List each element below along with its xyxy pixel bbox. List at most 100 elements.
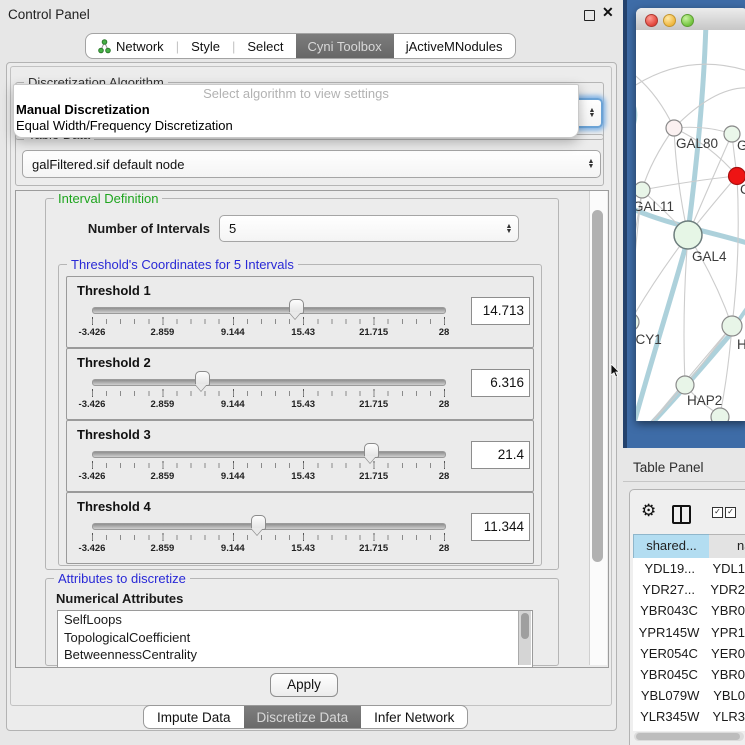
table-row[interactable]: YER054CYER0: [633, 643, 745, 664]
top-tab-bar: Network | Style | Select Cyni Toolbox jA…: [85, 33, 516, 59]
tab-infer-network[interactable]: Infer Network: [361, 706, 467, 728]
tab-style[interactable]: Style |: [179, 34, 235, 58]
node-label: GAL4: [692, 249, 727, 264]
node-gal11[interactable]: [636, 182, 650, 198]
tick-label: 21.715: [359, 327, 388, 338]
mouse-cursor: [611, 364, 622, 378]
algorithm-dropdown-popup: Select algorithm to view settings Manual…: [13, 84, 579, 138]
vertical-scrollbar-thumb[interactable]: [592, 210, 603, 562]
tick-label: 9.144: [221, 543, 245, 554]
checkbox-checked-icon[interactable]: ✓: [725, 507, 736, 518]
table-row[interactable]: YDR27...YDR2: [633, 579, 745, 600]
table-row[interactable]: YDL19...YDL1: [633, 558, 745, 579]
threshold-slider-track[interactable]: [92, 523, 446, 530]
node-h[interactable]: [722, 316, 742, 336]
table-row[interactable]: YBL079WYBL0: [633, 685, 745, 706]
threshold-panel-1: Threshold 1 -3.426 2.859 9.144 15.43 21.…: [66, 276, 534, 348]
threshold-slider-track[interactable]: [92, 451, 446, 458]
minimize-traffic-light-icon[interactable]: [663, 14, 676, 27]
attributes-list[interactable]: SelfLoops TopologicalCoefficient Between…: [57, 610, 533, 668]
tick-label: 9.144: [221, 471, 245, 482]
gear-icon[interactable]: ⚙: [641, 501, 656, 521]
slider-thumb[interactable]: [251, 515, 266, 530]
bottom-tab-bar: Impute Data Discretize Data Infer Networ…: [143, 705, 468, 729]
tab-infer-network-label: Infer Network: [374, 710, 454, 725]
thresholds-group-label: Threshold's Coordinates for 5 Intervals: [67, 257, 298, 272]
network-canvas[interactable]: GAL80 GA C GAL11 GAL4 GCY1 H HAP2: [636, 30, 745, 421]
threshold-value-field[interactable]: 14.713: [471, 297, 530, 325]
zoom-traffic-light-icon[interactable]: [681, 14, 694, 27]
list-item[interactable]: SelfLoops: [58, 611, 532, 629]
interval-definition-label: Interval Definition: [54, 191, 162, 206]
table-row[interactable]: YPR145WYPR1: [633, 622, 745, 643]
node-gal4[interactable]: [674, 221, 702, 249]
threshold-slider-track[interactable]: [92, 379, 446, 386]
tick-label: 28: [439, 543, 450, 554]
menu-item-equal-width-frequency[interactable]: Equal Width/Frequency Discretization: [14, 118, 578, 134]
table-data-select[interactable]: galFiltered.sif default node ▲▼: [22, 150, 601, 178]
tick-label: 28: [439, 471, 450, 482]
tab-network[interactable]: Network |: [86, 34, 179, 58]
threshold-value-field[interactable]: 6.316: [471, 369, 530, 397]
tick-label: -3.426: [79, 471, 106, 482]
numerical-attributes-label: Numerical Attributes: [56, 591, 183, 606]
tick-label: 21.715: [359, 543, 388, 554]
tab-impute-data[interactable]: Impute Data: [144, 706, 244, 728]
split-columns-icon[interactable]: [672, 505, 691, 524]
node-gal80[interactable]: [666, 120, 682, 136]
horizontal-scrollbar[interactable]: [634, 732, 744, 741]
node-label: HAP2: [687, 393, 722, 408]
horizontal-scrollbar-thumb[interactable]: [636, 733, 740, 740]
node-hap2[interactable]: [676, 376, 694, 394]
application-window: Control Panel ✕ Network | Style | Select…: [0, 0, 745, 745]
slider-minor-ticks: [92, 391, 445, 396]
tab-style-label: Style: [191, 39, 220, 54]
network-icon: [98, 39, 111, 54]
tick-label: 2.859: [151, 543, 175, 554]
close-icon[interactable]: ✕: [602, 4, 614, 21]
tab-discretize-data[interactable]: Discretize Data: [244, 706, 362, 728]
apply-button[interactable]: Apply: [270, 673, 338, 697]
list-item[interactable]: BetweennessCentrality: [58, 646, 532, 664]
slider-thumb[interactable]: [195, 371, 210, 386]
threshold-panel-4: Threshold 4 -3.426 2.859 9.144 15.43 21.…: [66, 492, 534, 564]
node-bottom[interactable]: [711, 408, 729, 421]
table-row[interactable]: YBR043CYBR0: [633, 600, 745, 621]
float-window-icon[interactable]: [584, 10, 595, 21]
num-intervals-label: Number of Intervals: [60, 221, 210, 236]
close-traffic-light-icon[interactable]: [645, 14, 658, 27]
num-intervals-spinner[interactable]: 5 ▲▼: [219, 215, 519, 242]
slider-minor-ticks: [92, 463, 445, 468]
checkbox-checked-icon[interactable]: ✓: [712, 507, 723, 518]
table-row[interactable]: YLR345WYLR3: [633, 706, 745, 727]
threshold-label: Threshold 2: [77, 355, 151, 370]
slider-minor-ticks: [92, 319, 445, 324]
tick-label: 9.144: [221, 399, 245, 410]
list-item[interactable]: TopologicalCoefficient: [58, 629, 532, 647]
column-checkboxes[interactable]: ✓ ✓: [712, 507, 736, 518]
column-header-shared-name[interactable]: shared...: [633, 534, 710, 559]
slider-thumb[interactable]: [289, 299, 304, 314]
threshold-slider-track[interactable]: [92, 307, 446, 314]
menu-item-manual-discretization[interactable]: Manual Discretization: [14, 102, 578, 118]
tab-jactivemnodules[interactable]: jActiveMNodules: [394, 34, 515, 58]
threshold-value-field[interactable]: 11.344: [471, 513, 530, 541]
node-gcy1[interactable]: [636, 313, 639, 331]
column-header-name[interactable]: na: [709, 534, 745, 559]
tick-label: 15.43: [291, 543, 315, 554]
table-row[interactable]: YBR045CYBR0: [633, 664, 745, 685]
network-window-titlebar[interactable]: [636, 8, 745, 31]
divider: [623, 481, 745, 482]
attributes-list-scrollbar[interactable]: [518, 611, 531, 665]
table-row[interactable]: YIL053CYIL0: [633, 728, 745, 732]
threshold-label: Threshold 1: [77, 283, 151, 298]
tick-label: -3.426: [79, 327, 106, 338]
tab-network-label: Network: [116, 39, 164, 54]
threshold-value-field[interactable]: 21.4: [471, 441, 530, 469]
node-table[interactable]: YDL19...YDL1 YDR27...YDR2 YBR043CYBR0 YP…: [633, 558, 745, 731]
slider-thumb[interactable]: [364, 443, 379, 458]
tick-label: 21.715: [359, 399, 388, 410]
tab-select[interactable]: Select: [235, 34, 295, 58]
tab-cyni-toolbox[interactable]: Cyni Toolbox: [296, 34, 394, 58]
tab-select-label: Select: [247, 39, 283, 54]
